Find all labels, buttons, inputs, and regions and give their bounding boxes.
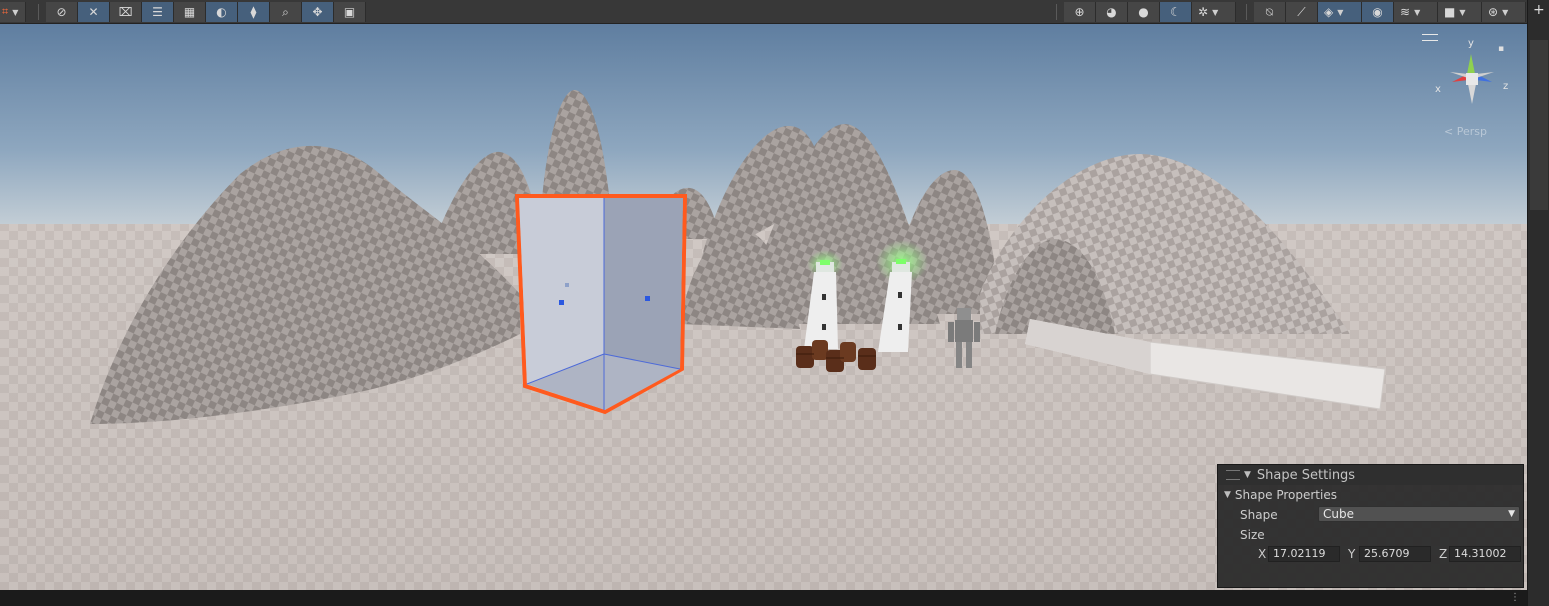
gizmo-z-label: z (1503, 81, 1509, 92)
size-y-label: Y (1348, 547, 1356, 561)
lock-icon[interactable]: ▪ (1498, 44, 1504, 54)
toolbar-divider (38, 4, 39, 20)
tool-mode-button[interactable]: ⌗ ▼ (0, 2, 26, 22)
overlay-title: Shape Settings (1256, 467, 1356, 483)
toolbar-divider (1246, 4, 1247, 20)
gizmos-dropdown[interactable]: ⊛ ▼ (1482, 2, 1526, 22)
camera-dropdown[interactable]: ■ ▼ (1438, 2, 1482, 22)
chevron-down-icon: ▼ (1459, 7, 1466, 17)
wrench-icon: ✕ (88, 5, 99, 19)
projection-toggle[interactable]: < Persp (1444, 125, 1487, 138)
scene-toolbar: ⌗ ▼ ⊘ ✕ ⌧ ☰ ▦ ◐ ⧫ ⌕ ✥ ▣ ⊕ ◕ ● ☾ ✲ ▼ ⍉ ⟋ ◈ ▼… (0, 0, 1549, 24)
layers-dropdown[interactable]: ≋ ▼ (1394, 2, 1438, 22)
gizmo-y-label: y (1468, 38, 1474, 49)
overlay-toggle-group: ⍉ ⟋ ◈ ▼ ◉ ≋ ▼ ■ ▼ ⊛ ▼ (1254, 2, 1526, 22)
solid-sphere-icon: ● (1138, 5, 1149, 19)
size-y-value: 25.6709 (1364, 547, 1410, 560)
chevron-down-icon: ▼ (1508, 509, 1515, 519)
shape-properties-foldout[interactable]: ▼ Shape Properties (1218, 486, 1523, 504)
gizmo-icon: ⊛ (1488, 5, 1499, 19)
align-tool-button[interactable]: ☰ (142, 2, 174, 22)
move-tool-button[interactable]: ✥ (302, 2, 334, 22)
scene-tools-group: ⊘ ✕ ⌧ ☰ ▦ ◐ ⧫ ⌕ ✥ ▣ (46, 2, 366, 22)
search-tool-button[interactable]: ⌕ (270, 2, 302, 22)
shape-select-value: Cube (1323, 507, 1354, 521)
grid-tool-button[interactable]: ▦ (174, 2, 206, 22)
shape-select[interactable]: Cube ▼ (1318, 506, 1520, 522)
bug-icon: ✲ (1198, 5, 1209, 19)
slash-tool-icon: ⟋ (1297, 4, 1306, 19)
camera-icon: ▣ (343, 5, 356, 19)
wireframe-sphere-icon: ⊕ (1074, 5, 1085, 19)
chevron-down-icon: ▼ (1414, 7, 1421, 17)
scale-tool-button[interactable]: ⌧ (110, 2, 142, 22)
video-camera-icon: ■ (1444, 5, 1456, 19)
shape-settings-overlay: ▼ Shape Settings ▼ Shape Properties Shap… (1217, 464, 1524, 588)
layers-stack-icon: ◈ (1324, 5, 1334, 19)
plus-icon[interactable]: + (1533, 2, 1545, 18)
shaded-wireframe-button[interactable]: ◕ (1096, 2, 1128, 22)
scale-icon: ⌧ (118, 5, 133, 19)
compass-icon: ⊘ (56, 5, 67, 19)
camera-tool-button[interactable]: ▣ (334, 2, 366, 22)
orientation-gizmo[interactable]: y x z ▪ (1432, 36, 1512, 116)
foldout-triangle-icon: ▼ (1224, 490, 1231, 500)
align-icon: ☰ (152, 5, 163, 19)
snap-tool-button[interactable]: ✕ (78, 2, 110, 22)
toggle-2d-button[interactable]: ⍉ (1254, 2, 1286, 22)
projection-label: Persp (1456, 125, 1487, 138)
size-x-field[interactable]: 17.02119 (1268, 546, 1340, 562)
size-z-field[interactable]: 14.31002 (1449, 546, 1521, 562)
section-label: Shape Properties (1234, 488, 1337, 502)
layer-icon: ≋ (1400, 5, 1411, 19)
toolbar-divider (1056, 4, 1057, 20)
gizmo-menu-handle[interactable] (1422, 34, 1438, 41)
no-lighting-icon: ⍉ (1265, 4, 1274, 19)
chevron-left-icon: < (1444, 125, 1454, 138)
size-x-value: 17.02119 (1273, 547, 1326, 560)
move-icon: ✥ (312, 5, 323, 19)
layers-icon: ⧫ (250, 5, 257, 19)
right-panel-strip: + (1527, 0, 1549, 606)
chevron-down-icon: ▼ (12, 7, 19, 17)
grid-icon: ▦ (183, 5, 196, 19)
gizmo-x-label: x (1435, 84, 1441, 95)
more-dots-icon[interactable]: ⋮ (1510, 592, 1520, 603)
wireframe-button[interactable]: ⊕ (1064, 2, 1096, 22)
effects-dropdown[interactable]: ◈ ▼ (1318, 2, 1362, 22)
collapse-triangle-icon[interactable]: ▼ (1244, 470, 1251, 480)
size-z-value: 14.31002 (1454, 547, 1507, 560)
size-x-label: X (1258, 547, 1267, 561)
visibility-button[interactable]: ◉ (1362, 2, 1394, 22)
chevron-down-icon: ▼ (1212, 7, 1219, 17)
search-icon: ⌕ (282, 4, 289, 19)
chevron-down-icon: ▼ (1337, 7, 1344, 17)
debug-draw-dropdown[interactable]: ✲ ▼ (1192, 2, 1236, 22)
shaded-wire-sphere-icon: ◕ (1106, 5, 1117, 19)
size-y-field[interactable]: 25.6709 (1359, 546, 1431, 562)
shape-label: Shape (1240, 508, 1278, 522)
size-z-label: Z (1439, 547, 1448, 561)
circle-half-icon: ◐ (216, 5, 227, 19)
tool-mode-icon: ⌗ (2, 5, 9, 18)
pivot-tool-button[interactable]: ⊘ (46, 2, 78, 22)
tool-mode-dropdown[interactable]: ⌗ ▼ (0, 2, 26, 22)
overlay-header[interactable]: ▼ Shape Settings (1218, 465, 1523, 485)
draw-mode-group: ⊕ ◕ ● ☾ ✲ ▼ (1064, 2, 1236, 22)
toggle-audio-button[interactable]: ⟋ (1286, 2, 1318, 22)
size-label: Size (1240, 528, 1265, 542)
unlit-button[interactable]: ☾ (1160, 2, 1192, 22)
selected-cube[interactable] (514, 194, 688, 415)
shaded-button[interactable]: ● (1128, 2, 1160, 22)
chevron-down-icon: ▼ (1502, 7, 1509, 17)
shading-tool-button[interactable]: ◐ (206, 2, 238, 22)
moon-icon: ☾ (1170, 5, 1181, 19)
viewport-bottom-bar: ⋮ (0, 590, 1527, 606)
drag-handle-icon[interactable] (1226, 470, 1240, 480)
scrollbar-track[interactable] (1530, 40, 1548, 210)
layers-tool-button[interactable]: ⧫ (238, 2, 270, 22)
eye-icon: ◉ (1372, 5, 1383, 19)
